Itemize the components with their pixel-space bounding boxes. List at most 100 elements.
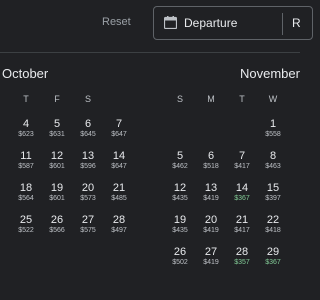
day-number: 4: [22, 118, 30, 130]
day-price: $419: [203, 195, 219, 202]
date-range-field[interactable]: Departure R: [153, 6, 313, 40]
day-price: $558: [265, 131, 281, 138]
november-day-cell[interactable]: 7 $417: [226, 150, 258, 171]
october-weekday-header: F: [54, 94, 60, 104]
october-day-cell[interactable]: 19 $601: [41, 182, 73, 203]
day-number: 14: [112, 150, 126, 162]
day-price: $367: [265, 259, 281, 266]
october-day-cell[interactable]: 11 $587: [10, 150, 42, 171]
day-price: $601: [49, 195, 65, 202]
day-number: 21: [235, 214, 249, 226]
day-price: $575: [80, 227, 96, 234]
november-month-title: November: [240, 66, 300, 81]
october-day-cell[interactable]: 5 $631: [41, 118, 73, 139]
day-price: $397: [265, 195, 281, 202]
day-number: 26: [173, 246, 187, 258]
october-day-cell[interactable]: 7 $647: [103, 118, 135, 139]
day-number: 6: [207, 150, 215, 162]
november-day-cell[interactable]: 6 $518: [195, 150, 227, 171]
day-number: 25: [19, 214, 33, 226]
day-price: $573: [80, 195, 96, 202]
october-day-cell[interactable]: 28 $497: [103, 214, 135, 235]
day-number: 20: [81, 182, 95, 194]
day-price: $647: [111, 131, 127, 138]
day-price: $518: [203, 163, 219, 170]
november-day-cell[interactable]: 15 $397: [257, 182, 289, 203]
return-field[interactable]: R: [292, 16, 301, 30]
day-price: $417: [234, 163, 250, 170]
november-day-cell[interactable]: 29 $367: [257, 246, 289, 267]
november-day-cell[interactable]: 28 $357: [226, 246, 258, 267]
november-weekday-header: S: [176, 94, 183, 104]
day-price: $522: [18, 227, 34, 234]
day-price: $497: [111, 227, 127, 234]
day-number: 15: [266, 182, 280, 194]
october-day-cell[interactable]: 27 $575: [72, 214, 104, 235]
day-number: 12: [173, 182, 187, 194]
november-day-cell[interactable]: 5 $462: [164, 150, 196, 171]
header-divider: [0, 52, 300, 53]
day-price: $596: [80, 163, 96, 170]
day-price: $417: [234, 227, 250, 234]
november-day-cell[interactable]: 1 $558: [257, 118, 289, 139]
october-day-cell[interactable]: 6 $645: [72, 118, 104, 139]
day-price: $485: [111, 195, 127, 202]
november-day-cell[interactable]: 26 $502: [164, 246, 196, 267]
november-weekday-header: M: [207, 94, 215, 104]
day-price: $623: [18, 131, 34, 138]
day-number: 27: [204, 246, 218, 258]
day-number: 6: [84, 118, 92, 130]
day-number: 21: [112, 182, 126, 194]
day-number: 29: [266, 246, 280, 258]
field-divider: [282, 13, 283, 35]
november-day-cell[interactable]: 13 $419: [195, 182, 227, 203]
day-number: 26: [50, 214, 64, 226]
day-price: $435: [172, 195, 188, 202]
day-number: 5: [53, 118, 61, 130]
reset-button[interactable]: Reset: [102, 16, 131, 28]
day-number: 14: [235, 182, 249, 194]
day-number: 13: [204, 182, 218, 194]
day-number: 7: [115, 118, 123, 130]
october-day-cell[interactable]: 20 $573: [72, 182, 104, 203]
departure-field[interactable]: Departure: [184, 16, 237, 30]
day-number: 19: [50, 182, 64, 194]
day-price: $631: [49, 131, 65, 138]
day-price: $367: [234, 195, 250, 202]
november-day-cell[interactable]: 22 $418: [257, 214, 289, 235]
day-price: $645: [80, 131, 96, 138]
november-day-cell[interactable]: 14 $367: [226, 182, 258, 203]
october-day-cell[interactable]: 21 $485: [103, 182, 135, 203]
day-price: $462: [172, 163, 188, 170]
november-day-cell[interactable]: 19 $435: [164, 214, 196, 235]
day-number: 7: [238, 150, 246, 162]
calendar-icon: [164, 16, 177, 29]
october-day-cell[interactable]: 4 $623: [10, 118, 42, 139]
november-day-cell[interactable]: 27 $419: [195, 246, 227, 267]
day-number: 20: [204, 214, 218, 226]
october-day-cell[interactable]: 14 $647: [103, 150, 135, 171]
november-day-cell[interactable]: 8 $463: [257, 150, 289, 171]
november-weekday-header: T: [239, 94, 245, 104]
day-number: 22: [266, 214, 280, 226]
october-weekday-header: T: [23, 94, 29, 104]
october-day-cell[interactable]: 13 $596: [72, 150, 104, 171]
day-number: 27: [81, 214, 95, 226]
november-day-cell[interactable]: 21 $417: [226, 214, 258, 235]
october-weekday-header: W: [0, 94, 5, 104]
day-price: $419: [203, 259, 219, 266]
day-price: $647: [111, 163, 127, 170]
november-day-cell[interactable]: 12 $435: [164, 182, 196, 203]
october-day-cell[interactable]: 25 $522: [10, 214, 42, 235]
october-month-title: October: [2, 66, 49, 81]
day-number: 19: [173, 214, 187, 226]
day-price: $435: [172, 227, 188, 234]
october-day-cell[interactable]: 12 $601: [41, 150, 73, 171]
november-day-cell[interactable]: 20 $419: [195, 214, 227, 235]
day-price: $587: [18, 163, 34, 170]
october-day-cell[interactable]: 26 $566: [41, 214, 73, 235]
day-number: 5: [176, 150, 184, 162]
october-day-cell[interactable]: 18 $564: [10, 182, 42, 203]
day-price: $566: [49, 227, 65, 234]
day-number: 1: [269, 118, 277, 130]
